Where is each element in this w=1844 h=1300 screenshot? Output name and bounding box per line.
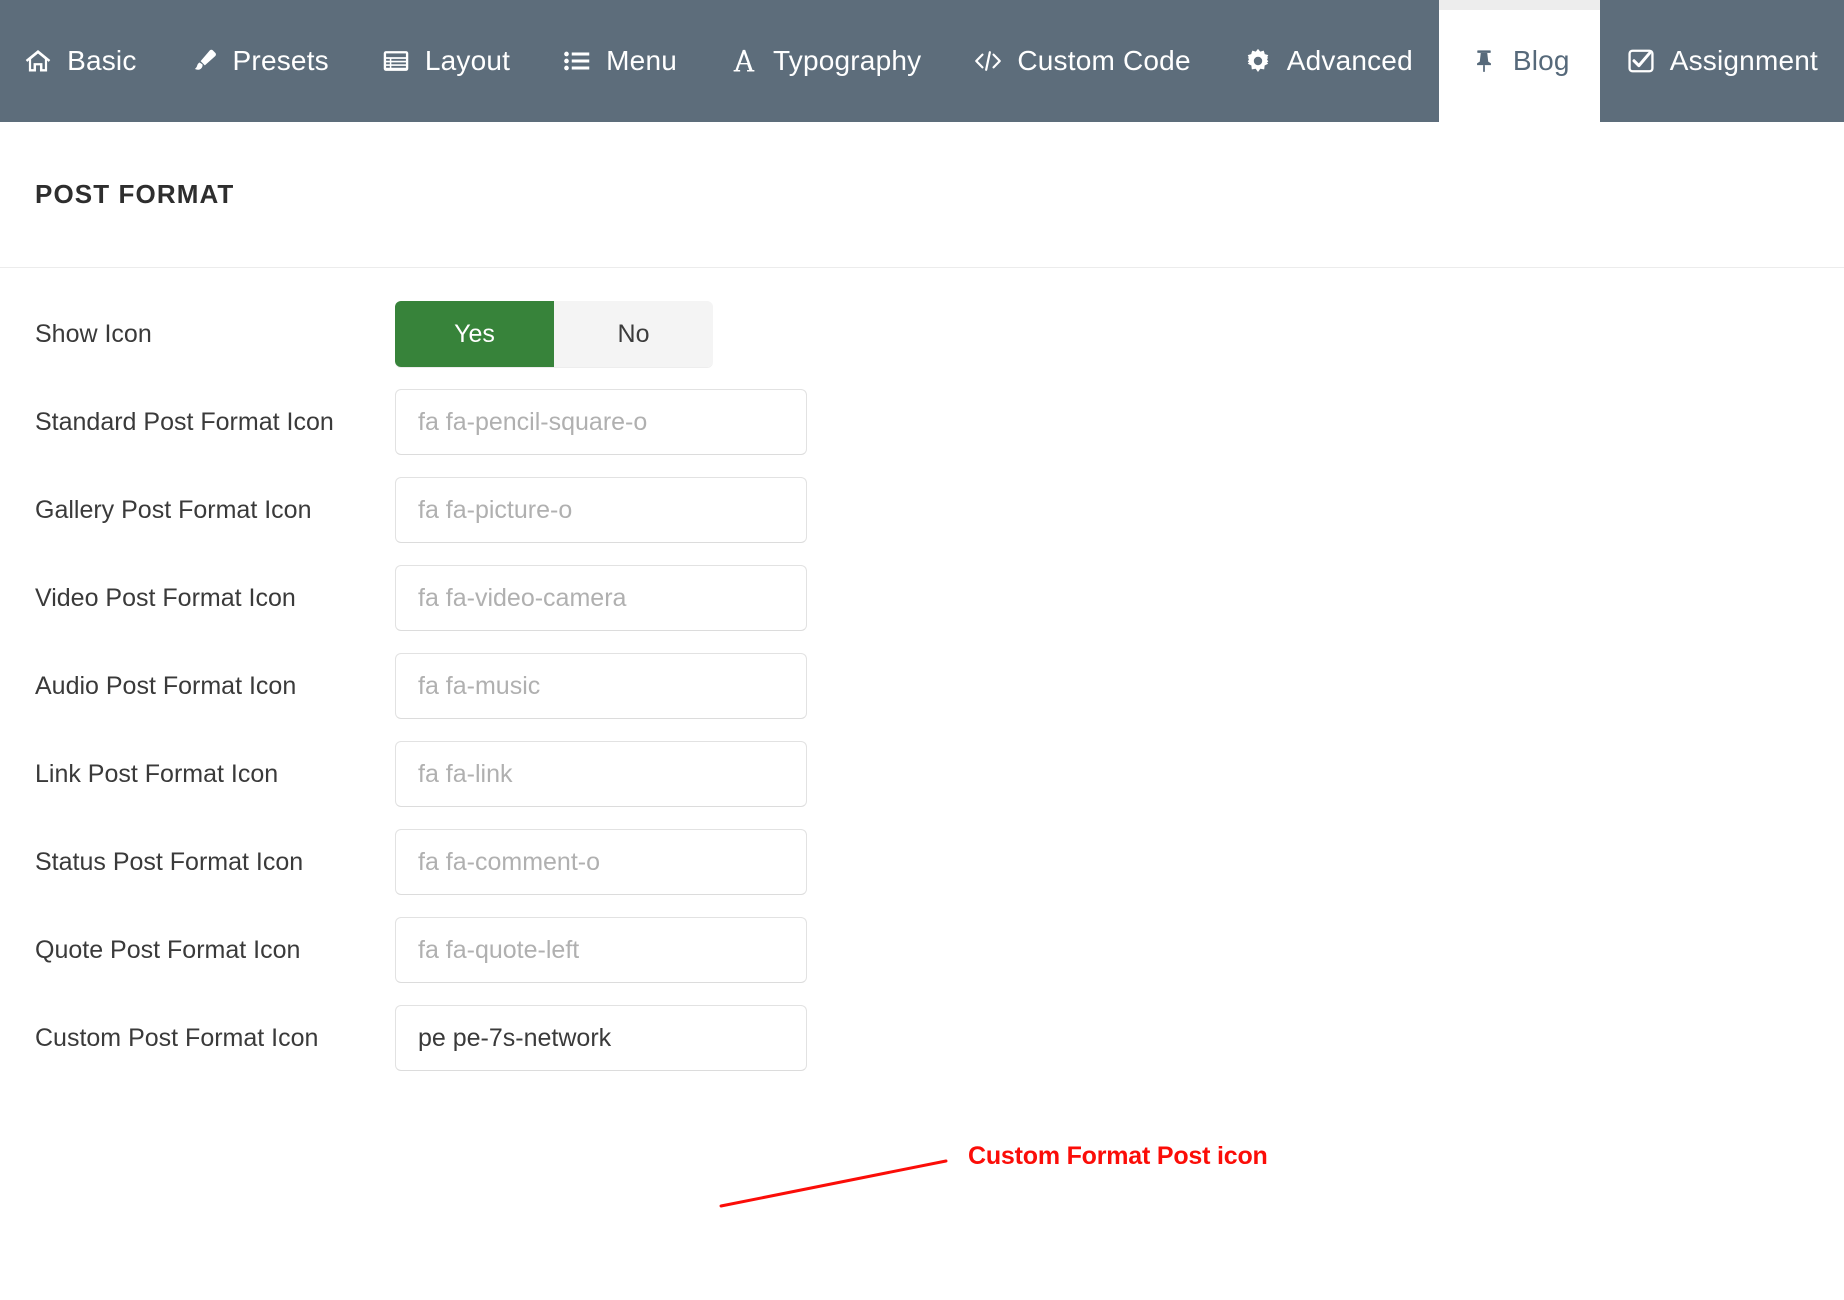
show-icon-toggle-no[interactable]: No: [554, 301, 713, 367]
quote-post-format-icon-control: [395, 917, 807, 983]
list-ul-icon: [562, 46, 592, 76]
field-label-link-post-format-icon: Link Post Format Icon: [35, 759, 395, 789]
link-post-format-icon-input[interactable]: [395, 741, 807, 807]
gallery-post-format-icon-input[interactable]: [395, 477, 807, 543]
show-icon-toggle[interactable]: Yes No: [395, 301, 713, 367]
field-row-show-icon: Show Icon Yes No: [0, 290, 1844, 378]
video-post-format-icon-control: [395, 565, 807, 631]
thumbtack-icon: [1469, 46, 1499, 76]
field-row-custom-post-format-icon: Custom Post Format Icon: [0, 994, 1844, 1082]
audio-post-format-icon-input[interactable]: [395, 653, 807, 719]
status-post-format-icon-control: [395, 829, 807, 895]
status-post-format-icon-input[interactable]: [395, 829, 807, 895]
field-label-audio-post-format-icon: Audio Post Format Icon: [35, 671, 395, 701]
gear-icon: [1243, 46, 1273, 76]
tab-advanced[interactable]: Advanced: [1217, 0, 1439, 122]
tab-basic[interactable]: Basic: [0, 0, 163, 122]
field-label-show-icon: Show Icon: [35, 319, 395, 349]
annotation-label: Custom Format Post icon: [968, 1142, 1268, 1171]
standard-post-format-icon-input[interactable]: [395, 389, 807, 455]
home-icon: [23, 46, 53, 76]
custom-post-format-icon-input[interactable]: [395, 1005, 807, 1071]
tab-blog[interactable]: Blog: [1439, 0, 1600, 122]
field-row-gallery-post-format-icon: Gallery Post Format Icon: [0, 466, 1844, 554]
video-post-format-icon-input[interactable]: [395, 565, 807, 631]
page-title: POST FORMAT: [35, 179, 234, 210]
tab-label: Basic: [67, 45, 136, 77]
field-row-quote-post-format-icon: Quote Post Format Icon: [0, 906, 1844, 994]
field-label-custom-post-format-icon: Custom Post Format Icon: [35, 1023, 395, 1053]
field-label-video-post-format-icon: Video Post Format Icon: [35, 583, 395, 613]
tab-label: Blog: [1513, 45, 1570, 77]
show-icon-control: Yes No: [395, 301, 713, 367]
tab-label: Typography: [773, 45, 921, 77]
post-format-form: Show Icon Yes No Standard Post Format Ic…: [0, 268, 1844, 1082]
field-label-gallery-post-format-icon: Gallery Post Format Icon: [35, 495, 395, 525]
layout-list-icon: [381, 46, 411, 76]
tab-label: Menu: [606, 45, 677, 77]
tab-label: Layout: [425, 45, 510, 77]
tab-layout[interactable]: Layout: [355, 0, 536, 122]
tab-label: Advanced: [1287, 45, 1413, 77]
link-post-format-icon-control: [395, 741, 807, 807]
code-icon: [973, 46, 1003, 76]
field-label-standard-post-format-icon: Standard Post Format Icon: [35, 407, 395, 437]
gallery-post-format-icon-control: [395, 477, 807, 543]
quote-post-format-icon-input[interactable]: [395, 917, 807, 983]
field-label-status-post-format-icon: Status Post Format Icon: [35, 847, 395, 877]
tab-presets[interactable]: Presets: [163, 0, 355, 122]
audio-post-format-icon-control: [395, 653, 807, 719]
field-row-link-post-format-icon: Link Post Format Icon: [0, 730, 1844, 818]
tab-label: Assignment: [1670, 45, 1818, 77]
tab-assignment[interactable]: Assignment: [1600, 0, 1844, 122]
show-icon-toggle-yes[interactable]: Yes: [395, 301, 554, 367]
font-a-icon: [729, 46, 759, 76]
paintbrush-icon: [189, 46, 219, 76]
check-square-icon: [1626, 46, 1656, 76]
field-row-status-post-format-icon: Status Post Format Icon: [0, 818, 1844, 906]
field-row-standard-post-format-icon: Standard Post Format Icon: [0, 378, 1844, 466]
tab-custom-code[interactable]: Custom Code: [947, 0, 1216, 122]
tab-typography[interactable]: Typography: [703, 0, 947, 122]
tab-label: Custom Code: [1017, 45, 1190, 77]
field-row-video-post-format-icon: Video Post Format Icon: [0, 554, 1844, 642]
tab-label: Presets: [233, 45, 329, 77]
standard-post-format-icon-control: [395, 389, 807, 455]
tab-menu[interactable]: Menu: [536, 0, 703, 122]
field-label-quote-post-format-icon: Quote Post Format Icon: [35, 935, 395, 965]
section-header: POST FORMAT: [0, 122, 1844, 268]
settings-tab-bar: Basic Presets Layout: [0, 0, 1844, 122]
custom-post-format-icon-control: [395, 1005, 807, 1071]
field-row-audio-post-format-icon: Audio Post Format Icon: [0, 642, 1844, 730]
